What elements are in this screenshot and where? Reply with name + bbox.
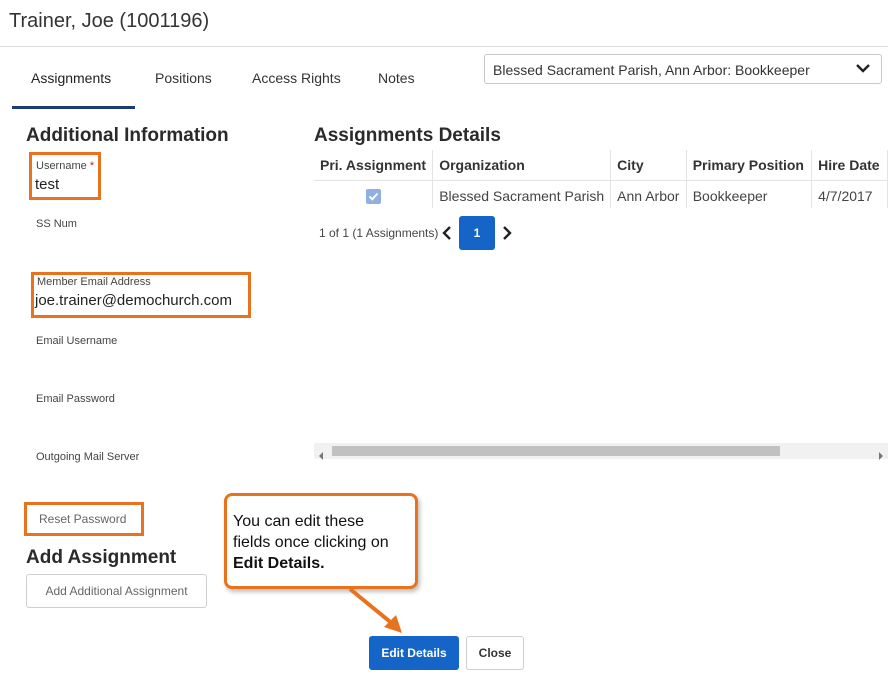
title-divider [0,46,888,47]
add-additional-assignment-button[interactable]: Add Additional Assignment [26,574,207,608]
edit-details-button[interactable]: Edit Details [369,636,459,670]
window-title: Trainer, Joe (1001196) [9,10,210,32]
active-tab-indicator [12,106,135,109]
tab-assignments[interactable]: Assignments [31,70,111,86]
chevron-left-icon[interactable] [441,225,453,246]
chevron-right-icon[interactable] [501,225,513,246]
username-label-text: Username [36,160,87,172]
ss-num-label: SS Num [36,218,77,230]
assignments-table-container[interactable]: Pri. Assignment Organization City Primar… [314,150,888,208]
reset-password-button[interactable]: Reset Password [39,512,126,526]
scroll-left-arrow-icon[interactable] [318,447,324,465]
column-header-organization[interactable]: Organization [432,150,612,181]
close-button[interactable]: Close [466,636,524,670]
callout-bold-text: Edit Details. [233,555,325,572]
email-password-label: Email Password [36,393,115,405]
required-mark: * [89,160,95,172]
table-row[interactable]: Blessed Sacrament Parish Ann Arbor Bookk… [314,180,888,208]
outgoing-mail-label: Outgoing Mail Server [36,451,140,463]
hire-date-cell: 4/7/2017 [811,180,888,208]
position-cell: Bookkeeper [686,180,813,208]
username-label: Username * [36,160,94,172]
scroll-right-arrow-icon[interactable] [878,447,884,465]
organization-select[interactable]: Blessed Sacrament Parish, Ann Arbor: Boo… [484,54,882,84]
column-header-hire-date[interactable]: Hire Date [811,150,888,181]
primary-checkbox [365,188,381,204]
callout-line-2: fields once clicking on [233,534,389,551]
column-header-city[interactable]: City [610,150,687,181]
column-header-primary-position[interactable]: Primary Position [686,150,813,181]
username-field[interactable]: test [35,176,59,193]
page-1-button[interactable]: 1 [459,216,495,250]
organization-select-value: Blessed Sacrament Parish, Ann Arbor: Boo… [493,62,810,78]
add-assignment-heading: Add Assignment [26,547,177,568]
assignments-table: Pri. Assignment Organization City Primar… [314,150,888,208]
city-cell: Ann Arbor [610,180,687,208]
callout-arrow-icon [348,587,402,633]
tab-access-rights[interactable]: Access Rights [252,70,341,86]
tab-positions[interactable]: Positions [155,70,212,86]
additional-info-heading: Additional Information [26,125,229,146]
checkmark-icon [368,192,378,201]
assignments-details-heading: Assignments Details [314,125,501,146]
email-username-label: Email Username [36,335,118,347]
scrollbar-thumb[interactable] [332,446,780,456]
chevron-down-icon [855,62,871,79]
member-email-label: Member Email Address [37,276,151,288]
member-email-field[interactable]: joe.trainer@demochurch.com [35,292,232,309]
table-header-row: Pri. Assignment Organization City Primar… [314,150,888,181]
primary-assignment-cell [314,180,434,208]
column-header-pri-assignment[interactable]: Pri. Assignment [314,150,434,181]
tab-notes[interactable]: Notes [378,70,415,86]
pager-summary: 1 of 1 (1 Assignments) [319,226,439,240]
callout-line-1: You can edit these [233,513,365,530]
callout-annotation: You can edit these fields once clicking … [224,493,418,589]
organization-cell: Blessed Sacrament Parish [432,180,612,208]
